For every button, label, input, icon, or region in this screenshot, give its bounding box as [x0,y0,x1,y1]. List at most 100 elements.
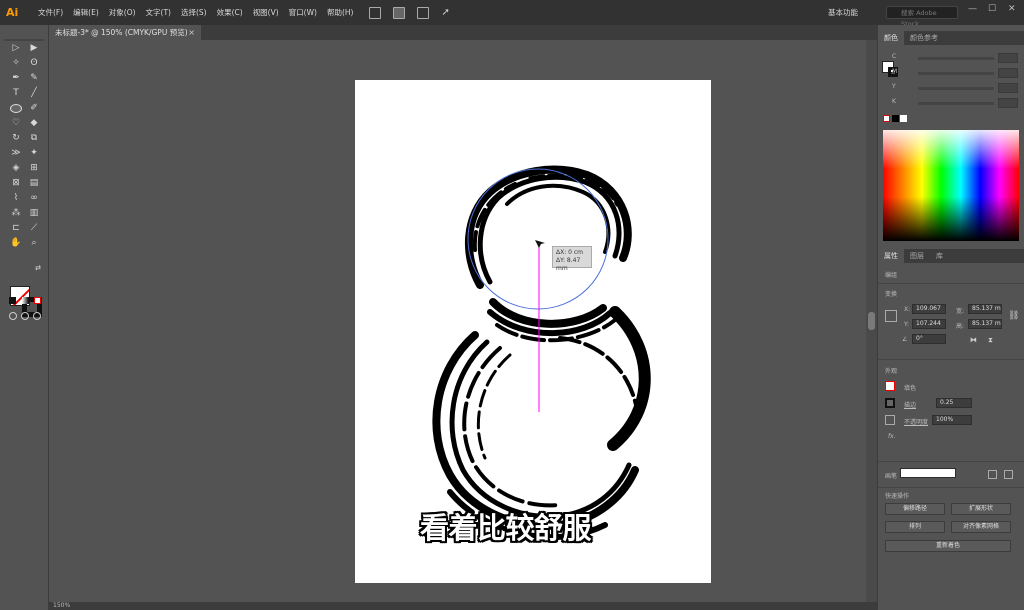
blend-tool-icon[interactable]: ∞ [28,192,40,204]
artboard-tool-icon[interactable]: ⊏ [10,222,22,234]
zoom-level[interactable]: 150% [53,602,70,609]
tab-layers[interactable]: 图层 [904,249,930,263]
gradient-mode-icon[interactable] [22,297,29,304]
bridge-icon[interactable] [369,6,382,19]
flip-vertical-icon[interactable]: ⧗ [988,336,997,345]
column-graph-tool-icon[interactable]: ▥ [28,207,40,219]
none-swatch[interactable] [883,115,890,122]
align-pixel-grid-button[interactable]: 对齐像素网格 [951,521,1011,533]
shape-builder-tool-icon[interactable]: ◈ [10,162,22,174]
stock-search-input[interactable]: 搜索 Adobe Stock [886,6,958,28]
rotate-tool-icon[interactable]: ↻ [10,132,22,144]
reference-point-icon[interactable] [885,310,897,322]
stroke-weight-field[interactable]: 0.25 [936,398,972,408]
none-mode-icon[interactable] [34,297,41,304]
mesh-tool-icon[interactable]: ⊠ [10,177,22,189]
width-tool-icon[interactable]: ≫ [10,147,22,159]
appearance-stroke-swatch[interactable] [885,398,895,408]
opacity-field[interactable]: 100% [932,415,972,425]
width-field[interactable]: 85.137 m [968,304,1002,314]
video-subtitle: 看着比较舒服 [420,511,592,545]
close-tab-icon[interactable]: × [188,25,195,40]
slice-tool-icon[interactable]: ⟋ [28,222,40,234]
tab-libraries[interactable]: 库 [930,249,949,263]
menu-effect[interactable]: 效果(C) [217,7,243,18]
vertical-scrollbar[interactable] [866,40,877,602]
direct-selection-tool-icon[interactable]: ▶ [28,42,40,54]
slider-k[interactable]: K [892,98,1020,108]
pen-tool-icon[interactable]: ✒ [10,72,22,84]
close-window-button[interactable]: ✕ [1008,4,1016,14]
arrange-documents-icon[interactable] [417,6,430,19]
y-field[interactable]: 107.244 [912,319,946,329]
document-tab[interactable]: 未标题-3* @ 150% (CMYK/GPU 预览) × [49,25,201,40]
appearance-fill-swatch[interactable] [885,381,895,391]
restore-button[interactable]: ☐ [988,4,996,14]
expand-shape-button[interactable]: 扩展形状 [951,503,1011,515]
tab-properties[interactable]: 属性 [878,249,904,263]
eyedropper-tool-icon[interactable]: ⌇ [10,192,22,204]
draw-behind-icon[interactable] [21,312,29,320]
lasso-tool-icon[interactable]: ʘ [28,57,40,69]
gpu-rocket-icon[interactable]: ➚ [441,7,453,19]
tab-color-guide[interactable]: 颜色参考 [904,31,944,45]
paintbrush-tool-icon[interactable]: ✐ [28,102,40,114]
menu-help[interactable]: 帮助(H) [327,7,354,18]
menu-object[interactable]: 对象(O) [109,7,136,18]
x-field[interactable]: 109.067 [912,304,946,314]
scale-tool-icon[interactable]: ⧉ [28,132,40,144]
tab-color[interactable]: 颜色 [878,31,904,45]
swap-fill-stroke-icon[interactable]: ⇄ [32,262,44,274]
minimize-button[interactable]: — [968,4,977,14]
menu-window[interactable]: 窗口(W) [289,7,317,18]
gradient-tool-icon[interactable]: ▤ [28,177,40,189]
recolor-button[interactable]: 重新着色 [885,540,1011,552]
ink-circle-brush-artwork[interactable] [432,165,651,541]
black-swatch[interactable] [892,115,899,122]
constrain-proportions-icon[interactable]: ⛓ [1008,311,1019,321]
brush-label: 画笔 [885,473,898,480]
zoom-tool-icon[interactable]: ⌕ [28,237,40,249]
stock-icon[interactable] [393,6,406,19]
menu-type[interactable]: 文字(T) [146,7,171,18]
rotate-field[interactable]: 0° [912,334,946,344]
eraser-tool-icon[interactable]: ◆ [28,117,40,129]
curvature-tool-icon[interactable]: ✎ [28,72,40,84]
workspace-switcher[interactable]: 基本功能 [828,7,858,18]
draw-normal-icon[interactable] [9,312,17,320]
stroke-label[interactable]: 描边 [904,400,916,409]
brush-options-icon[interactable] [1004,470,1013,479]
color-spectrum[interactable] [883,130,1019,241]
white-swatch[interactable] [900,115,907,122]
menu-edit[interactable]: 编辑(E) [73,7,99,18]
perspective-grid-tool-icon[interactable]: ⊞ [28,162,40,174]
fx-icon[interactable]: fx. [888,433,896,440]
line-tool-icon[interactable]: ╱ [28,87,40,99]
toolbox-grip[interactable] [4,39,44,41]
brush-library-icon[interactable] [988,470,997,479]
color-mode-icon[interactable] [9,297,16,304]
puppet-warp-tool-icon[interactable]: ✦ [28,147,40,159]
type-tool-icon[interactable]: T [10,87,22,99]
height-field[interactable]: 85.137 m [968,319,1002,329]
menu-select[interactable]: 选择(S) [181,7,207,18]
scrollbar-thumb[interactable] [868,312,875,330]
selection-tool-icon[interactable]: ▷ [10,42,22,54]
document-tab-bar: 未标题-3* @ 150% (CMYK/GPU 预览) × [49,25,877,40]
brush-preview[interactable] [900,468,956,478]
slider-c[interactable]: C [892,53,1020,63]
menu-view[interactable]: 视图(V) [253,7,279,18]
opacity-label[interactable]: 不透明度 [904,417,928,426]
hand-tool-icon[interactable]: ✋ [10,237,22,249]
menu-file[interactable]: 文件(F) [38,7,63,18]
flip-horizontal-icon[interactable]: ⧓ [970,336,979,345]
slider-y[interactable]: Y [892,83,1020,93]
shaper-tool-icon[interactable]: ♡ [10,117,22,129]
draw-inside-icon[interactable] [33,312,41,320]
slider-m[interactable]: M [892,68,1020,78]
arrange-button[interactable]: 排列 [885,521,945,533]
magic-wand-tool-icon[interactable]: ✧ [10,57,22,69]
offset-path-button[interactable]: 偏移路径 [885,503,945,515]
ellipse-tool-icon[interactable] [10,104,22,113]
symbol-sprayer-tool-icon[interactable]: ⁂ [10,207,22,219]
